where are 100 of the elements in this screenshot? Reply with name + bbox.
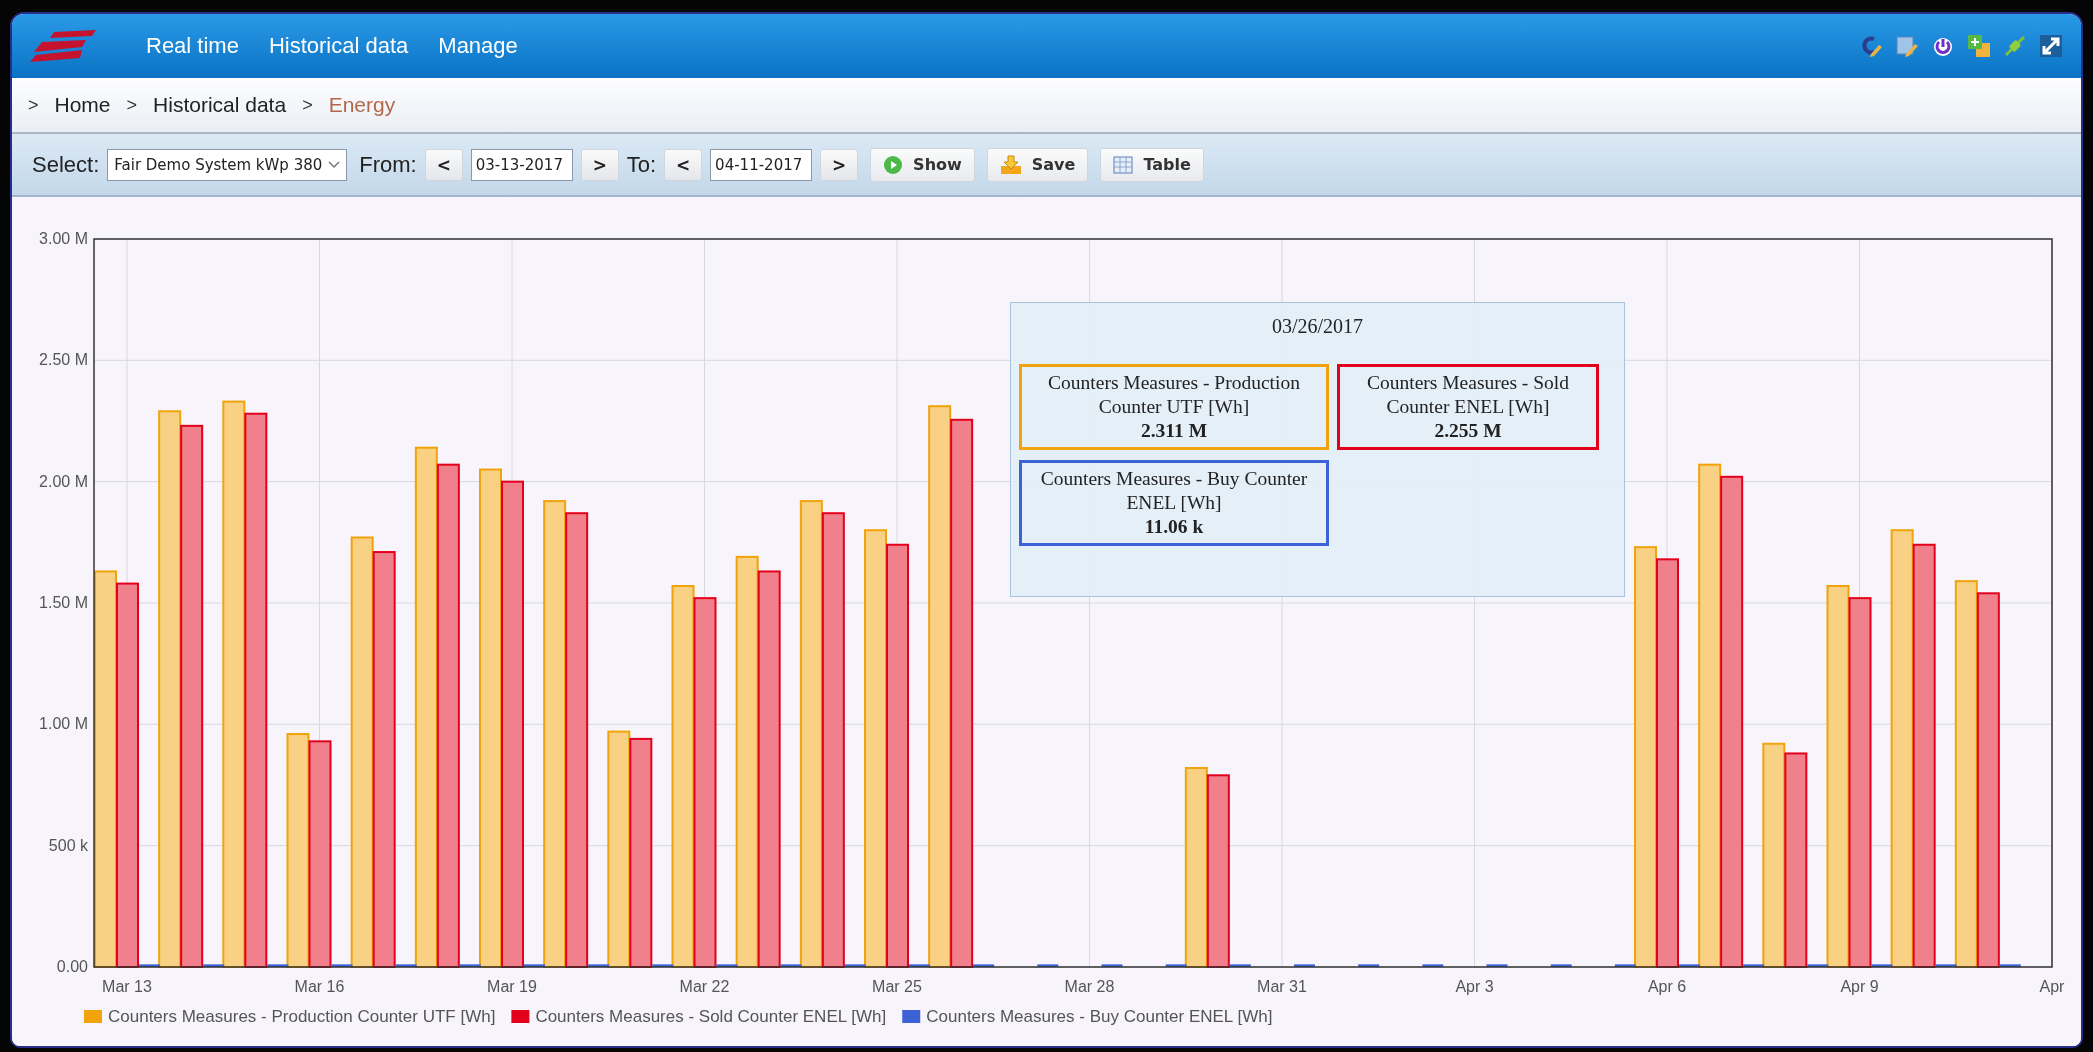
bar[interactable] xyxy=(203,964,225,967)
bar[interactable] xyxy=(973,964,995,967)
breadcrumb-link[interactable]: Historical data xyxy=(153,93,287,117)
bar[interactable] xyxy=(780,964,802,967)
x-axis-label: Mar 22 xyxy=(679,978,730,995)
bar[interactable] xyxy=(1101,964,1123,967)
x-axis-label: Mar 13 xyxy=(102,978,152,995)
legend-swatch[interactable] xyxy=(511,1010,530,1023)
bar[interactable] xyxy=(94,570,117,968)
menu-item[interactable]: Real time xyxy=(146,33,239,59)
bar[interactable] xyxy=(350,536,374,968)
bar[interactable] xyxy=(1614,964,1636,967)
x-axis-label: Apr 3 xyxy=(1455,978,1494,995)
bar[interactable] xyxy=(1762,742,1786,968)
tooltip-date: 03/26/2017 xyxy=(1270,315,1365,338)
bar[interactable] xyxy=(1999,964,2021,967)
bar[interactable] xyxy=(1294,964,1315,967)
next-button[interactable]: > xyxy=(580,148,619,181)
c-pencil-icon[interactable] xyxy=(1859,34,1883,58)
plug-icon[interactable] xyxy=(2003,34,2027,58)
y-axis-label: 0.00 xyxy=(56,958,88,975)
bar[interactable] xyxy=(607,730,631,968)
bar[interactable] xyxy=(414,446,438,968)
bar[interactable] xyxy=(1935,964,1957,967)
bar[interactable] xyxy=(286,733,310,968)
breadcrumb-separator: > xyxy=(126,94,138,116)
bar[interactable] xyxy=(928,405,952,968)
bar[interactable] xyxy=(1743,964,1765,967)
bar[interactable] xyxy=(735,555,759,968)
table-button[interactable]: Table xyxy=(1100,147,1204,182)
bar[interactable] xyxy=(1698,463,1722,968)
bar[interactable] xyxy=(864,529,887,968)
bar[interactable] xyxy=(1826,585,1850,968)
bar[interactable] xyxy=(799,500,823,968)
bar[interactable] xyxy=(1871,964,1893,967)
menu-item[interactable]: Historical data xyxy=(268,33,409,59)
bar[interactable] xyxy=(222,400,246,968)
legend-swatch[interactable] xyxy=(84,1010,102,1023)
bar[interactable] xyxy=(267,964,289,967)
bar[interactable] xyxy=(543,500,567,968)
bar[interactable] xyxy=(1229,964,1251,967)
bar[interactable] xyxy=(139,964,160,967)
legend-label[interactable]: Counters Measures - Sold Counter ENEL [Wh] xyxy=(535,1007,887,1026)
bar[interactable] xyxy=(588,964,610,967)
x-axis-label: Mar 16 xyxy=(294,978,345,995)
bar[interactable] xyxy=(1165,964,1187,967)
bar[interactable] xyxy=(671,585,695,968)
breadcrumb-link[interactable]: Home xyxy=(54,93,111,117)
bar[interactable] xyxy=(652,964,674,967)
bar[interactable] xyxy=(331,964,353,967)
bar[interactable] xyxy=(950,418,974,968)
breadcrumb-separator: > xyxy=(302,94,313,116)
download-tray-icon xyxy=(999,154,1022,175)
add-boxes-icon[interactable] xyxy=(1967,34,1991,58)
next-button[interactable]: > xyxy=(820,148,859,181)
series-value: 11.06 k xyxy=(1143,515,1205,539)
bar[interactable] xyxy=(716,964,738,967)
bar[interactable] xyxy=(1807,964,1829,967)
bar[interactable] xyxy=(524,964,545,967)
bar[interactable] xyxy=(1954,580,1978,968)
legend-label[interactable]: Counters Measures - Buy Counter ENEL [Wh] xyxy=(926,1007,1273,1026)
bar[interactable] xyxy=(844,964,866,967)
bar[interactable] xyxy=(1358,964,1380,967)
y-axis-label: 1.50 M xyxy=(39,594,88,611)
bar[interactable] xyxy=(158,410,182,968)
legend-label[interactable]: Counters Measures - Production Counter UTF [Wh] xyxy=(108,1007,496,1026)
bar[interactable] xyxy=(1720,475,1744,968)
bar[interactable] xyxy=(1486,964,1508,967)
y-axis-label: 2.50 M xyxy=(39,351,88,369)
previous-button[interactable]: < xyxy=(664,148,703,181)
bar[interactable] xyxy=(1550,964,1572,967)
series-value: 2.255 M xyxy=(1433,419,1503,443)
bar[interactable] xyxy=(1037,964,1059,967)
select-label: Select: xyxy=(32,151,100,178)
note-edit-icon[interactable] xyxy=(1895,34,1919,58)
date-field[interactable]: 03-13-2017 xyxy=(470,148,573,181)
y-axis-label: 1.00 M xyxy=(39,715,88,733)
system-select[interactable]: Fair Demo System kWp 380 xyxy=(107,148,348,181)
breadcrumb-link[interactable]: Energy xyxy=(328,93,396,117)
series-value: 2.311 M xyxy=(1139,419,1209,443)
bar[interactable] xyxy=(180,424,204,968)
date-field[interactable]: 04-11-2017 xyxy=(710,148,813,181)
bar[interactable] xyxy=(1679,964,1700,967)
legend-swatch[interactable] xyxy=(902,1010,921,1023)
breadcrumb-separator: > xyxy=(28,94,39,116)
save-button[interactable]: Save xyxy=(986,147,1089,182)
bar[interactable] xyxy=(1634,546,1657,968)
from-label: From: xyxy=(359,151,417,178)
bar[interactable] xyxy=(1422,964,1444,967)
expand-icon[interactable] xyxy=(2039,34,2063,58)
bar[interactable] xyxy=(459,964,481,967)
bar[interactable] xyxy=(479,468,502,968)
previous-button[interactable]: < xyxy=(424,148,463,181)
bar[interactable] xyxy=(1890,529,1914,968)
bar[interactable] xyxy=(395,964,417,967)
bar[interactable] xyxy=(565,512,589,968)
bar[interactable] xyxy=(1184,767,1208,968)
show-button[interactable]: Show xyxy=(870,147,975,182)
menu-item[interactable]: Manage xyxy=(438,33,518,59)
bar[interactable] xyxy=(909,964,930,967)
